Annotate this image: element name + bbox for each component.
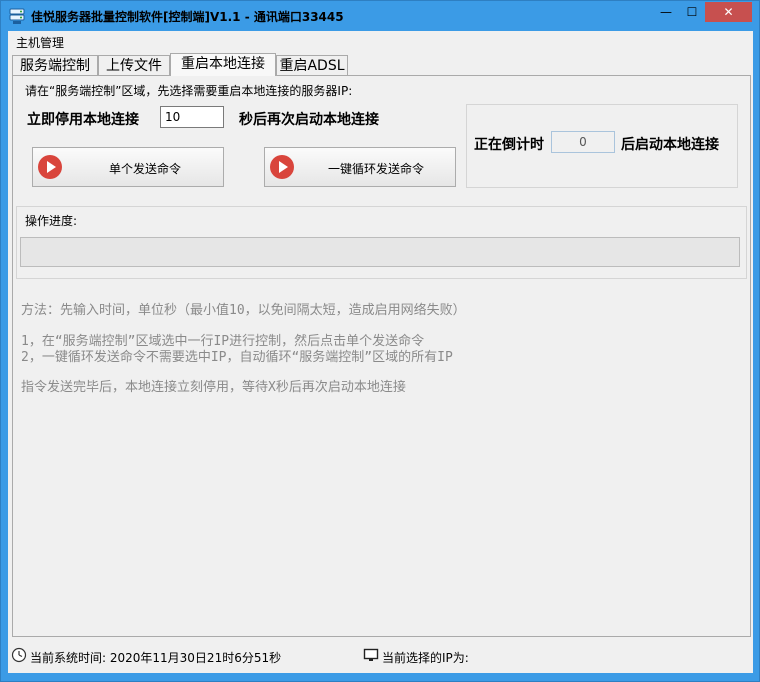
server-app-icon [9,8,25,24]
seconds-after-label: 秒后再次启动本地连接 [239,112,379,128]
maximize-button[interactable]: ☐ [679,2,705,22]
monitor-icon [363,648,379,661]
step2-text: 2，一键循环发送命令不需要选中IP，自动循环“服务端控制”区域的所有IP [21,350,453,365]
close-button[interactable]: ✕ [705,2,752,22]
title-bar[interactable]: 佳悦服务器批量控制软件[控制端]V1.1 - 通讯端口33445 — ☐ ✕ [1,1,759,31]
method-text: 方法：先输入时间，单位秒（最小值10，以免间隔太短，造成启用网络失败） [21,303,466,318]
play-icon [38,155,62,179]
client-area: 主机管理 服务端控制 上传文件 重启本地连接 重启ADSL 请在“服务端控制”区… [8,31,753,673]
stop-now-label: 立即停用本地连接 [27,112,139,128]
progress-label: 操作进度: [25,214,78,228]
play-icon [270,155,294,179]
single-send-button[interactable]: 单个发送命令 [32,147,224,187]
selected-ip-status: 当前选择的IP为: [382,651,469,665]
loop-send-button[interactable]: 一键循环发送命令 [264,147,456,187]
loop-send-label: 一键循环发送命令 [328,162,425,176]
counting-label: 正在倒计时 [474,137,544,153]
restart-after-label: 后启动本地连接 [621,137,719,153]
countdown-field: 0 [551,131,615,153]
menu-host-management[interactable]: 主机管理 [16,34,64,51]
single-send-label: 单个发送命令 [109,162,182,176]
restart-panel: 请在“服务端控制”区域，先选择需要重启本地连接的服务器IP: 立即停用本地连接 … [12,75,751,637]
clock-icon [11,647,27,663]
select-ip-hint: 请在“服务端控制”区域，先选择需要重启本地连接的服务器IP: [25,84,353,98]
tab-server-control[interactable]: 服务端控制 [12,55,98,75]
seconds-input[interactable]: 10 [160,106,224,128]
note-text: 指令发送完毕后，本地连接立刻停用，等待X秒后再次启动本地连接 [21,380,406,395]
menu-bar: 主机管理 [8,31,753,51]
tab-upload-file[interactable]: 上传文件 [98,55,170,75]
minimize-button[interactable]: — [653,2,679,22]
system-time-status: 当前系统时间: 2020年11月30日21时6分51秒 [30,651,282,665]
tab-restart-adsl[interactable]: 重启ADSL [276,55,348,75]
status-bar: 当前系统时间: 2020年11月30日21时6分51秒 当前选择的IP为: [8,642,753,670]
tab-restart-local-connection[interactable]: 重启本地连接 [170,53,276,76]
progress-bar [20,237,740,267]
window-title: 佳悦服务器批量控制软件[控制端]V1.1 - 通讯端口33445 [31,10,344,24]
app-window: 佳悦服务器批量控制软件[控制端]V1.1 - 通讯端口33445 — ☐ ✕ 主… [0,0,760,682]
